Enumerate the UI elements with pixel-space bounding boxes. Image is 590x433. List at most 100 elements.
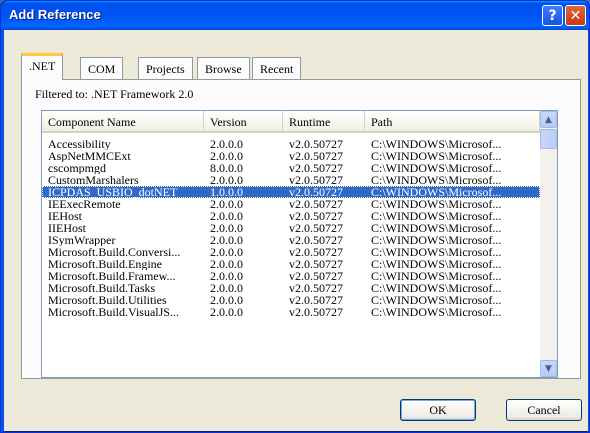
path-cell: C:\WINDOWS\Microsof... [371, 222, 502, 234]
column-header-version[interactable]: Version [204, 111, 283, 131]
runtime-cell: v2.0.50727 [289, 210, 343, 222]
component-name-cell: Accessibility [48, 138, 111, 150]
runtime-cell: v2.0.50727 [289, 294, 343, 306]
table-row[interactable]: ICPDAS_USBIO_dotNET 1.0.0.0 v2.0.50727 C:\W… [42, 186, 540, 198]
path-cell: C:\WINDOWS\Microsof... [371, 150, 502, 162]
runtime-cell: v2.0.50727 [289, 282, 343, 294]
window-title: Add Reference [9, 7, 101, 22]
component-name-cell: Microsoft.Build.Utilities [48, 294, 167, 306]
column-header-label: Component Name [48, 115, 136, 129]
tab-label: COM [88, 62, 116, 76]
chevron-up-icon: ▲ [545, 114, 552, 125]
runtime-cell: v2.0.50727 [289, 186, 343, 198]
list-header: Component Name Version Runtime Path [42, 111, 540, 133]
column-header-component-name[interactable]: Component Name [42, 111, 204, 131]
table-row[interactable]: Accessibility 2.0.0.0 v2.0.50727 C:\WINDOWS… [42, 138, 540, 150]
table-row[interactable]: IEHost 2.0.0.0 v2.0.50727 C:\WINDOWS\Micros… [42, 210, 540, 222]
column-header-label: Path [371, 115, 393, 129]
scroll-up-button[interactable]: ▲ [540, 111, 557, 128]
tab-dotnet[interactable]: .NET [21, 53, 64, 80]
version-cell: 2.0.0.0 [210, 282, 243, 294]
version-cell: 2.0.0.0 [210, 306, 243, 318]
runtime-cell: v2.0.50727 [289, 150, 343, 162]
filter-label: Filtered to: .NET Framework 2.0 [35, 87, 194, 101]
close-icon: ✕ [569, 7, 582, 24]
help-button[interactable]: ? [542, 5, 563, 26]
runtime-cell: v2.0.50727 [289, 234, 343, 246]
chevron-down-icon: ▼ [545, 363, 552, 374]
column-header-path[interactable]: Path [365, 111, 540, 131]
column-header-label: Runtime [289, 115, 331, 129]
column-header-runtime[interactable]: Runtime [283, 111, 365, 131]
component-name-cell: ISymWrapper [48, 234, 116, 246]
component-name-cell: Microsoft.Build.Conversi... [48, 246, 181, 258]
component-name-cell: Microsoft.Build.Engine [48, 258, 162, 270]
title-bar[interactable]: Add Reference ? ✕ [1, 1, 589, 30]
component-name-cell: CustomMarshalers [48, 174, 139, 186]
table-row[interactable]: Microsoft.Build.Tasks 2.0.0.0 v2.0.50727 C:… [42, 282, 540, 294]
scroll-down-button[interactable]: ▼ [540, 360, 557, 377]
version-cell: 8.0.0.0 [210, 162, 243, 174]
runtime-cell: v2.0.50727 [289, 270, 343, 282]
tab-recent[interactable]: Recent [252, 57, 302, 79]
table-row[interactable]: Microsoft.Build.Engine 2.0.0.0 v2.0.50727 C… [42, 258, 540, 270]
runtime-cell: v2.0.50727 [289, 306, 343, 318]
version-cell: 2.0.0.0 [210, 294, 243, 306]
component-name-cell: AspNetMMCExt [48, 150, 131, 162]
version-cell: 2.0.0.0 [210, 270, 243, 282]
component-name-cell: IEExecRemote [48, 198, 121, 210]
path-cell: C:\WINDOWS\Microsof... [371, 234, 502, 246]
path-cell: C:\WINDOWS\Microsof... [371, 246, 502, 258]
path-cell: C:\WINDOWS\Microsof... [371, 258, 502, 270]
tab-browse[interactable]: Browse [197, 57, 250, 79]
tab-projects[interactable]: Projects [138, 57, 193, 79]
table-row[interactable]: CustomMarshalers 2.0.0.0 v2.0.50727 C:\WIND… [42, 174, 540, 186]
path-cell: C:\WINDOWS\Microsof... [371, 210, 502, 222]
component-name-cell: Microsoft.Build.VisualJS... [48, 306, 179, 318]
cancel-button[interactable]: Cancel [506, 399, 582, 421]
version-cell: 2.0.0.0 [210, 246, 243, 258]
table-row[interactable]: IIEHost 2.0.0.0 v2.0.50727 C:\WINDOWS\Micro… [42, 222, 540, 234]
ok-button[interactable]: OK [400, 399, 476, 421]
table-row[interactable]: Microsoft.Build.Conversi... 2.0.0.0 v2.0.5… [42, 246, 540, 258]
add-reference-dialog: Add Reference ? ✕ .NET COM Projects Brow… [0, 0, 590, 433]
component-name-cell: IIEHost [48, 222, 86, 234]
path-cell: C:\WINDOWS\Microsof... [371, 282, 502, 294]
runtime-cell: v2.0.50727 [289, 162, 343, 174]
scroll-thumb[interactable] [540, 129, 557, 149]
tab-com[interactable]: COM [80, 57, 124, 79]
path-cell: C:\WINDOWS\Microsof... [371, 198, 502, 210]
runtime-cell: v2.0.50727 [289, 198, 343, 210]
path-cell: C:\WINDOWS\Microsof... [371, 270, 502, 282]
table-row[interactable]: AspNetMMCExt 2.0.0.0 v2.0.50727 C:\WINDOWS\… [42, 150, 540, 162]
table-row[interactable]: Microsoft.Build.Framew... 2.0.0.0 v2.0.507… [42, 270, 540, 282]
version-cell: 1.0.0.0 [210, 186, 243, 198]
column-header-label: Version [210, 115, 247, 129]
version-cell: 2.0.0.0 [210, 150, 243, 162]
runtime-cell: v2.0.50727 [289, 174, 343, 186]
component-name-cell: Microsoft.Build.Tasks [48, 282, 156, 294]
tab-label: .NET [29, 59, 56, 73]
path-cell: C:\WINDOWS\Microsof... [371, 174, 502, 186]
table-row[interactable]: cscompmgd 8.0.0.0 v2.0.50727 C:\WINDOWS\Mic… [42, 162, 540, 174]
runtime-cell: v2.0.50727 [289, 246, 343, 258]
path-cell: C:\WINDOWS\Microsof... [371, 186, 502, 198]
table-row[interactable]: ISymWrapper 2.0.0.0 v2.0.50727 C:\WINDOWS\M… [42, 234, 540, 246]
path-cell: C:\WINDOWS\Microsof... [371, 162, 502, 174]
tab-label: Recent [260, 62, 294, 76]
cancel-button-label: Cancel [527, 402, 561, 417]
vertical-scrollbar[interactable]: ▲ ▼ [540, 111, 557, 377]
help-icon: ? [548, 7, 557, 24]
close-button[interactable]: ✕ [565, 5, 586, 26]
version-cell: 2.0.0.0 [210, 174, 243, 186]
runtime-cell: v2.0.50727 [289, 138, 343, 150]
path-cell: C:\WINDOWS\Microsof... [371, 294, 502, 306]
version-cell: 2.0.0.0 [210, 210, 243, 222]
table-row[interactable]: IEExecRemote 2.0.0.0 v2.0.50727 C:\WINDOWS\… [42, 198, 540, 210]
table-row[interactable]: Microsoft.Build.Utilities 2.0.0.0 v2.0.507… [42, 294, 540, 306]
component-name-cell: cscompmgd [48, 162, 106, 174]
component-name-cell: ICPDAS_USBIO_dotNET [48, 186, 178, 198]
component-list[interactable]: Component Name Version Runtime Path Acce… [41, 110, 558, 378]
table-row[interactable]: Microsoft.Build.VisualJS... 2.0.0.0 v2.0.5… [42, 306, 540, 318]
path-cell: C:\WINDOWS\Microsof... [371, 306, 502, 318]
